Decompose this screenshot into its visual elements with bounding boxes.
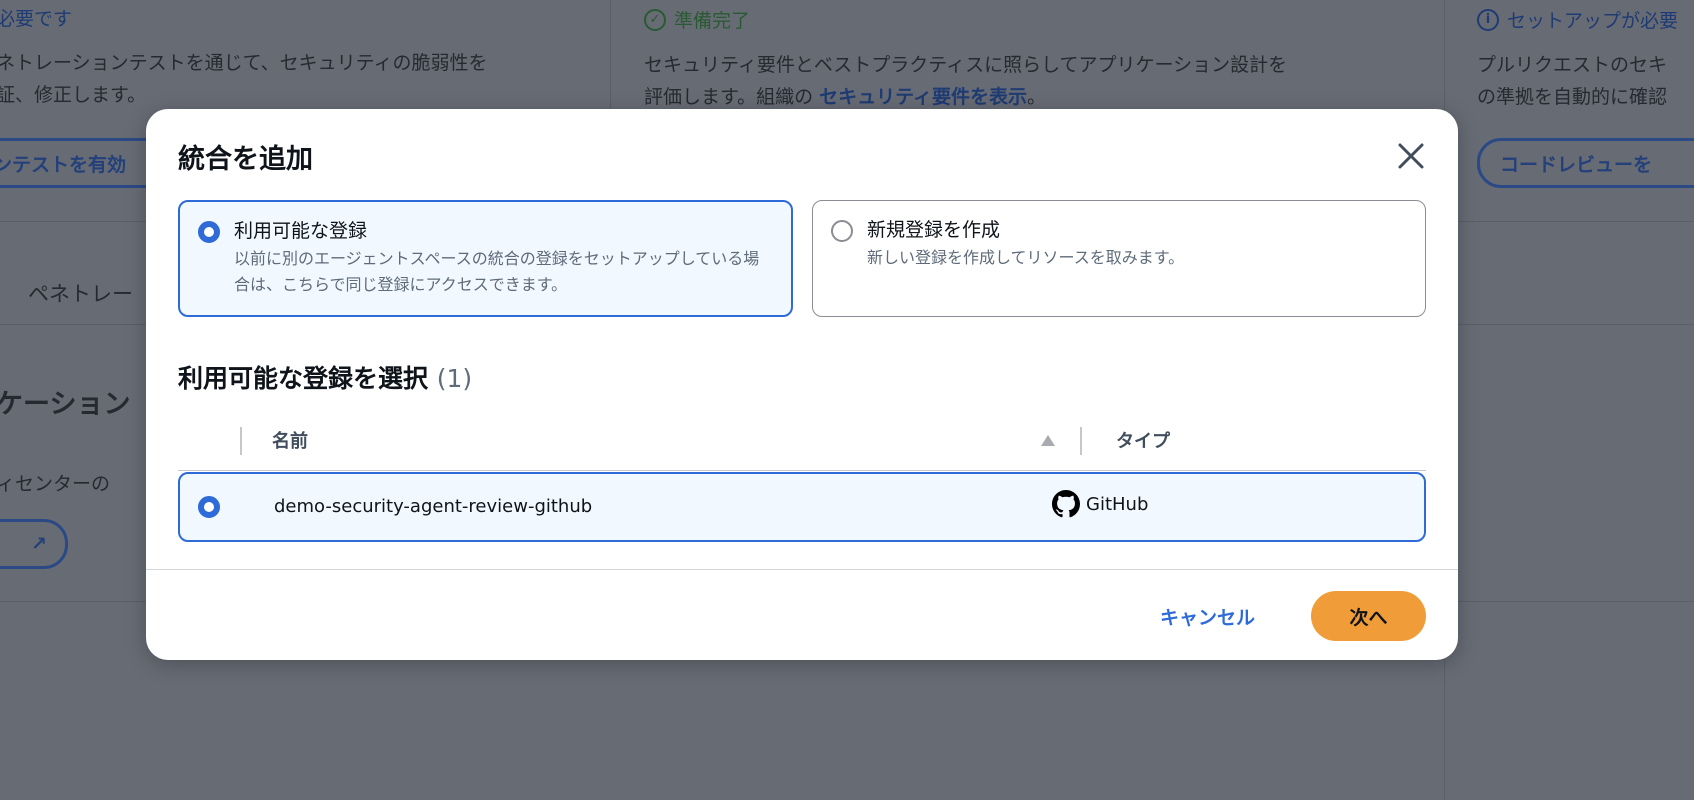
section-heading: 利用可能な登録を選択 (1) <box>178 359 472 395</box>
bg-section-title: ケーション <box>0 389 131 420</box>
bg-tab: ペネトレー <box>28 282 133 306</box>
divider <box>1444 324 1694 325</box>
bg-button-label: ンテストを有効 <box>0 153 127 176</box>
bg-desc: ネトレーションテストを通じて、セキュリティの脆弱性を <box>0 52 488 74</box>
option-label: 利用可能な登録 <box>234 220 368 242</box>
next-button[interactable]: 次へ <box>1311 591 1426 641</box>
check-circle-icon: ✓ <box>644 8 666 31</box>
registration-name: demo-security-agent-review-github <box>274 496 593 517</box>
type-label: GitHub <box>1086 493 1149 515</box>
column-header-name[interactable]: 名前 <box>272 427 308 453</box>
divider <box>1444 601 1694 602</box>
divider <box>0 221 146 222</box>
github-icon <box>1052 490 1080 518</box>
option-description: 以前に別のエージェントスペースの統合の登録をセットアップしている場合は、こちらで… <box>234 249 760 294</box>
modal-title: 統合を追加 <box>178 144 313 175</box>
divider <box>1444 221 1694 222</box>
column-header-type[interactable]: タイプ <box>1116 427 1170 453</box>
bg-status-ready: ✓ 準備完了 <box>644 6 750 33</box>
status-label: 準備完了 <box>674 10 751 32</box>
divider <box>0 601 146 602</box>
divider <box>0 324 146 325</box>
info-icon: i <box>1477 8 1499 31</box>
bg-desc-line2: 評価します。組織の セキュリティ要件を表示。 <box>644 82 1046 109</box>
radio-unselected[interactable] <box>831 220 853 242</box>
radio-selected[interactable] <box>198 221 220 243</box>
bg-desc: プルリクエストのセキ <box>1477 54 1668 76</box>
header-divider <box>178 470 1426 471</box>
option-available-registration[interactable]: 利用可能な登録 以前に別のエージェントスペースの統合の登録をセットアップしている… <box>178 200 793 317</box>
registration-type: GitHub <box>1052 490 1148 518</box>
option-description: 新しい登録を作成してリソースを取みます。 <box>867 248 1185 267</box>
column-divider <box>610 0 611 109</box>
bg-desc: セキュリティ要件とベストプラクティスに照らしてアプリケーション設計を <box>644 54 1288 76</box>
close-icon <box>1398 143 1424 169</box>
bg-status-required: 必要です <box>0 8 73 30</box>
bg-security-requirements-link: セキュリティ要件を表示 <box>819 86 1028 108</box>
cancel-button[interactable]: キャンセル <box>1153 591 1262 641</box>
bg-desc: 証、修正します。 <box>0 84 147 106</box>
add-integration-modal: 統合を追加 利用可能な登録 以前に別のエージェントスペースの統合の登録をセットア… <box>146 109 1458 660</box>
section-title: 利用可能な登録を選択 <box>178 364 429 393</box>
bg-desc-text: 評価します。組織の <box>644 86 820 108</box>
close-button[interactable] <box>1394 139 1428 173</box>
bg-code-review-button: コードレビューを <box>1477 138 1694 188</box>
section-count: (1) <box>436 364 473 393</box>
column-separator <box>240 427 242 455</box>
sort-ascending-icon[interactable] <box>1041 435 1055 446</box>
bg-external-link-button: ↗ <box>0 519 68 569</box>
table-row[interactable]: demo-security-agent-review-github GitHub <box>178 472 1426 542</box>
footer-divider <box>146 569 1458 570</box>
bg-status-setup: i セットアップが必要 <box>1477 6 1678 33</box>
column-separator[interactable] <box>1080 427 1082 455</box>
option-label: 新規登録を作成 <box>867 219 1001 241</box>
external-link-icon: ↗ <box>31 533 47 555</box>
bg-button-label: コードレビューを <box>1500 153 1653 176</box>
status-label: セットアップが必要 <box>1507 10 1679 32</box>
bg-enable-pentest-button: ンテストを有効 <box>0 138 170 188</box>
row-radio-selected[interactable] <box>198 496 220 518</box>
option-create-new-registration[interactable]: 新規登録を作成 新しい登録を作成してリソースを取みます。 <box>812 200 1426 317</box>
bg-desc-text: 。 <box>1027 86 1047 108</box>
bg-section-desc: ィセンターの <box>0 473 111 495</box>
bg-desc: の準拠を自動的に確認 <box>1477 86 1668 108</box>
